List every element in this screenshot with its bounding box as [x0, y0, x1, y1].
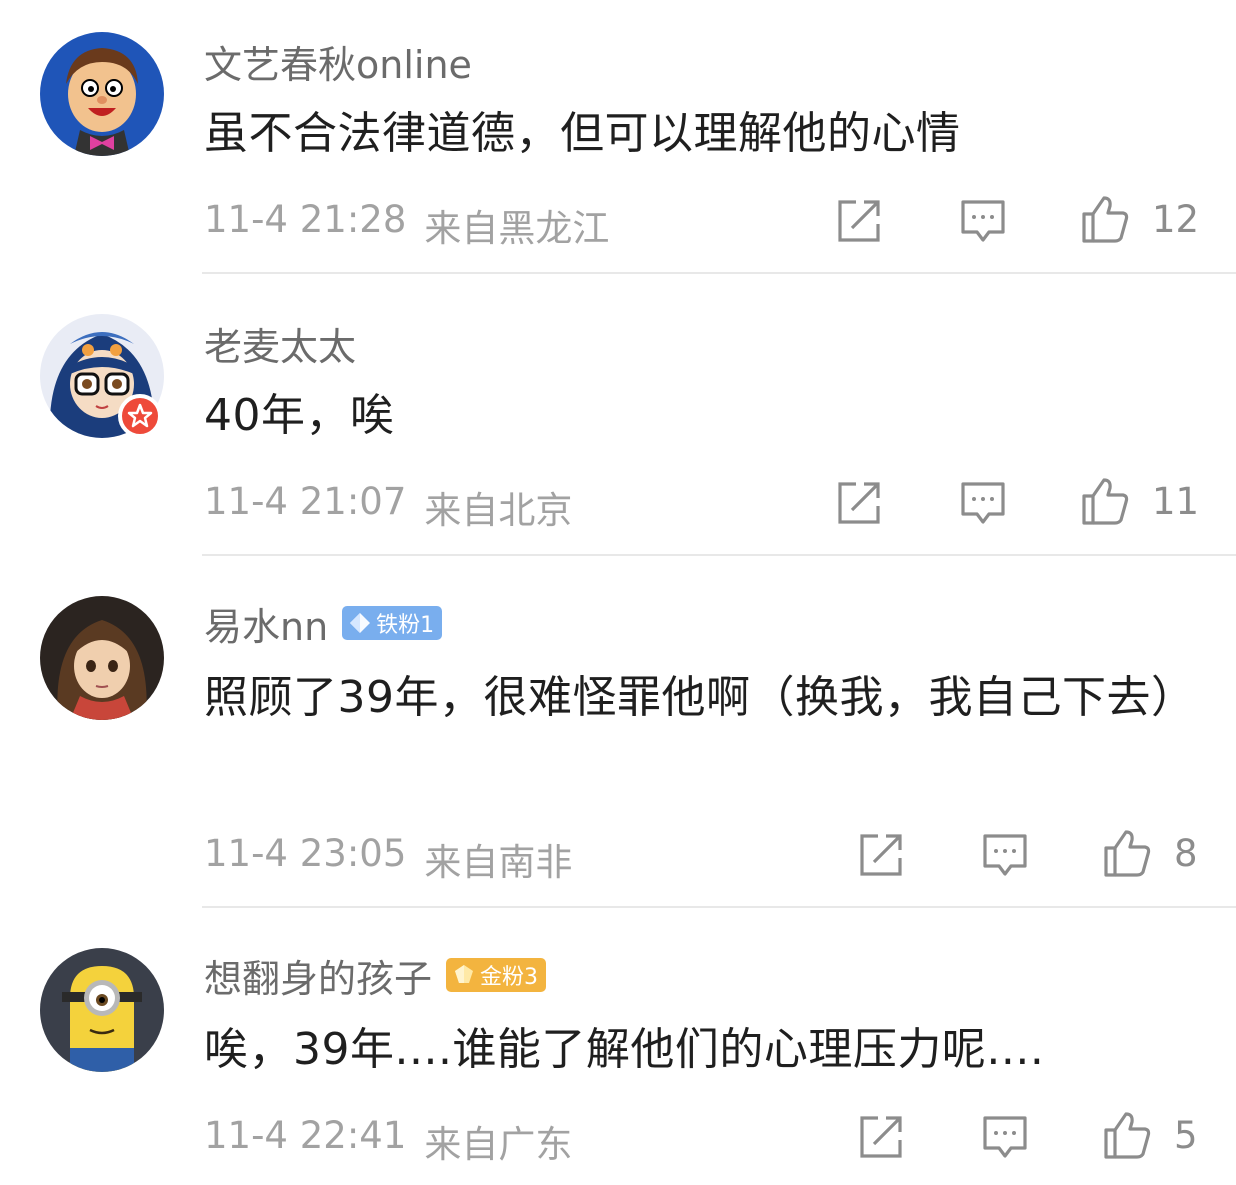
fan-badge-label: 金粉3 [480, 965, 539, 990]
comment-meta: 11-4 23:05 来自南非 [204, 832, 572, 886]
username-row: 易水nn 铁粉1 [204, 596, 443, 651]
thumbs-up-icon [1082, 478, 1129, 525]
comment-text: 40年，唉 [204, 390, 395, 441]
comment-time: 11-4 23:05 [204, 832, 407, 875]
like-count: 8 [1174, 831, 1198, 875]
divider [202, 906, 1236, 908]
like-button[interactable]: 8 [1102, 828, 1198, 878]
reply-button[interactable] [980, 830, 1030, 880]
share-button[interactable] [834, 478, 884, 528]
username[interactable]: 文艺春秋online [204, 34, 472, 89]
thumbs-up-icon [1082, 196, 1129, 243]
comment-time: 11-4 21:07 [204, 480, 407, 523]
reply-button[interactable] [980, 1112, 1030, 1162]
thumbs-up-icon [1104, 1112, 1151, 1159]
like-count: 11 [1152, 479, 1200, 523]
reply-button[interactable] [958, 478, 1008, 528]
avatar[interactable] [40, 948, 164, 1072]
username-row: 文艺春秋online [204, 34, 472, 89]
comment-meta: 11-4 21:28 来自黑龙江 [204, 198, 609, 252]
username[interactable]: 老麦太太 [204, 316, 356, 371]
like-button[interactable]: 12 [1080, 194, 1199, 244]
avatar-girl-icon [40, 596, 164, 720]
verified-icon [118, 394, 162, 438]
share-button[interactable] [856, 830, 906, 880]
comment-location: 来自南非 [424, 841, 573, 884]
username[interactable]: 易水nn [204, 596, 328, 651]
comment-time: 11-4 21:28 [204, 198, 407, 241]
username-row: 想翻身的孩子 金粉3 [204, 948, 547, 1003]
reply-button[interactable] [958, 196, 1008, 246]
like-button[interactable]: 5 [1102, 1110, 1198, 1160]
avatar-cartoon-icon [40, 32, 164, 156]
fan-badge: 金粉3 [446, 958, 547, 992]
like-button[interactable]: 11 [1080, 476, 1199, 526]
diamond-icon [350, 613, 371, 633]
share-icon [838, 200, 880, 242]
comment-text: 照顾了39年，很难怪罪他啊（换我，我自己下去） [204, 672, 1196, 723]
comment-icon [983, 834, 1027, 876]
like-count: 12 [1152, 197, 1200, 241]
comment-time: 11-4 22:41 [204, 1114, 407, 1157]
share-icon [860, 1116, 902, 1158]
share-icon [838, 482, 880, 524]
share-button[interactable] [856, 1112, 906, 1162]
comment-icon [961, 482, 1005, 524]
gem-icon [455, 965, 474, 983]
comment-location: 来自北京 [424, 489, 573, 532]
fan-badge: 铁粉1 [342, 606, 443, 640]
comment-icon [983, 1116, 1027, 1158]
comment-icon [961, 200, 1005, 242]
fan-badge-label: 铁粉1 [376, 613, 435, 638]
avatar-minion-icon [40, 948, 164, 1072]
comment-text: 唉，39年....谁能了解他们的心理压力呢.... [204, 1024, 1045, 1075]
share-button[interactable] [834, 196, 884, 246]
divider [202, 554, 1236, 556]
username[interactable]: 想翻身的孩子 [204, 948, 432, 1003]
comment-meta: 11-4 21:07 来自北京 [204, 480, 572, 534]
comment-location: 来自广东 [424, 1123, 573, 1166]
avatar[interactable] [40, 596, 164, 720]
avatar[interactable] [40, 32, 164, 156]
like-count: 5 [1174, 1113, 1198, 1157]
divider [202, 272, 1236, 274]
username-row: 老麦太太 [204, 316, 356, 371]
thumbs-up-icon [1104, 830, 1151, 877]
comment-meta: 11-4 22:41 来自广东 [204, 1114, 572, 1168]
comment-text: 虽不合法律道德，但可以理解他的心情 [204, 108, 961, 159]
share-icon [860, 834, 902, 876]
comment-location: 来自黑龙江 [424, 207, 610, 250]
